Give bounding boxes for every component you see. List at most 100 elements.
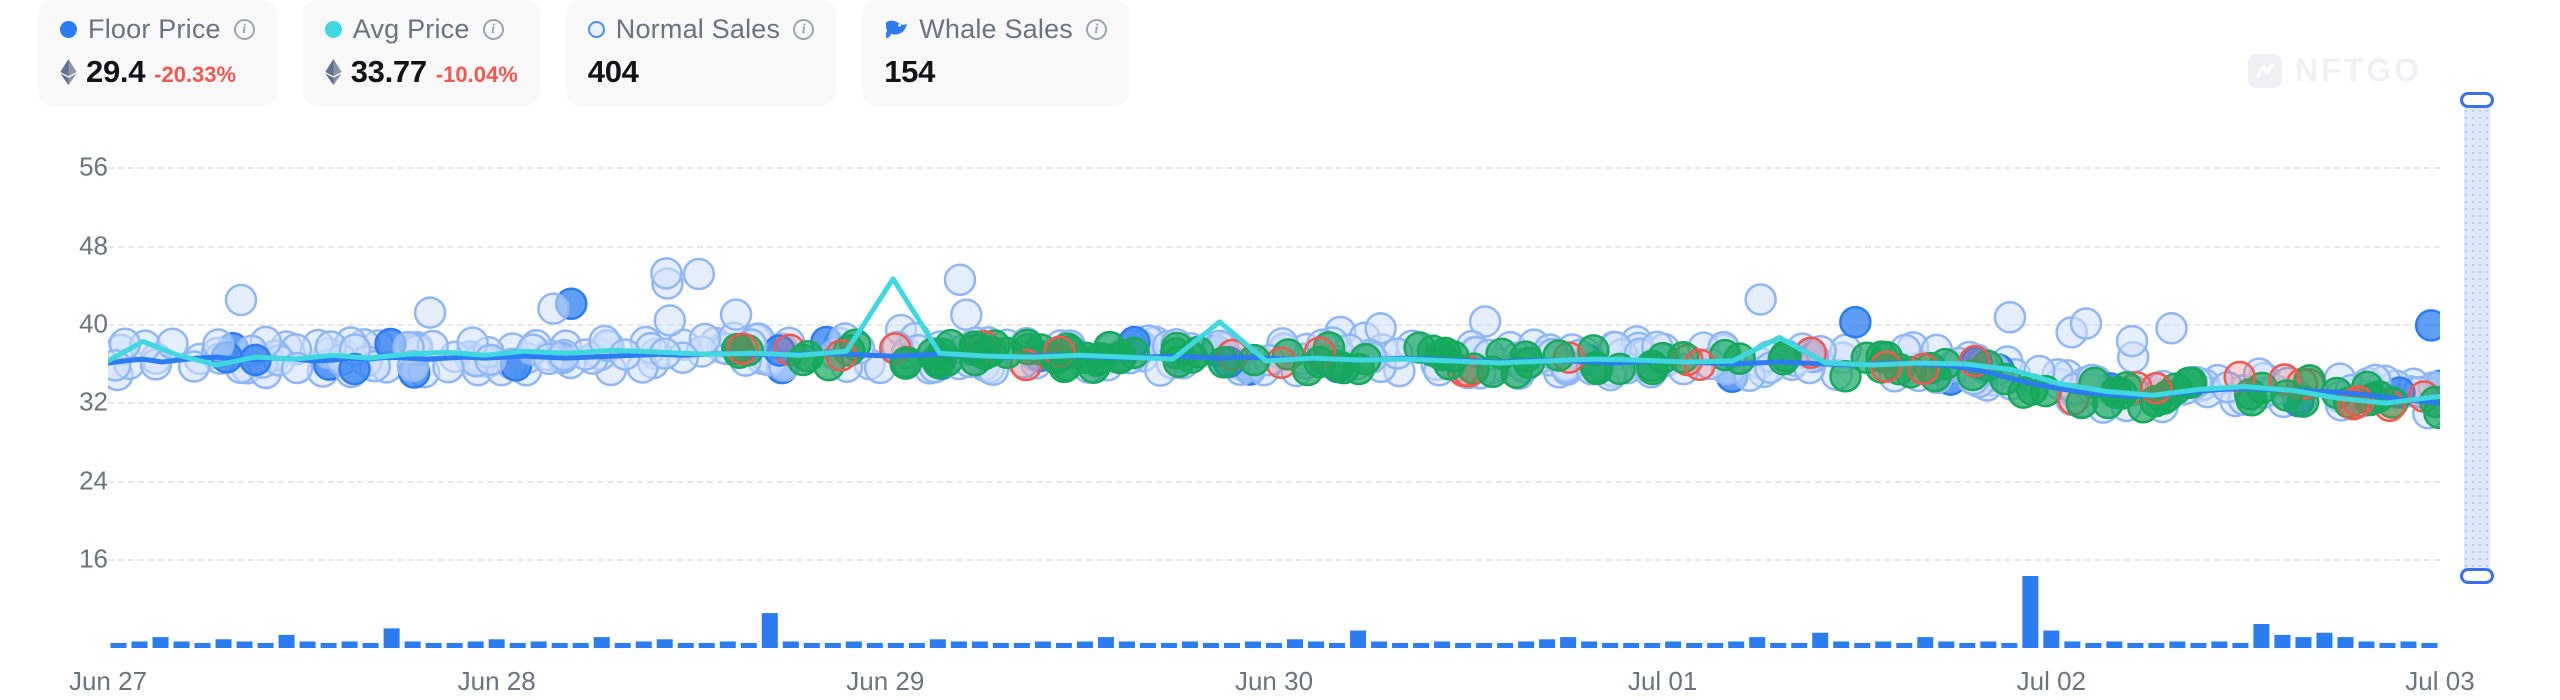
volume-bar (656, 639, 673, 648)
scatter-point[interactable] (1433, 348, 1466, 381)
scatter-points-group (108, 257, 2440, 430)
volume-bar (404, 641, 421, 648)
volume-bar (719, 641, 736, 648)
volume-bar (1202, 643, 1219, 648)
plot-series-area[interactable] (108, 128, 2440, 658)
y-axis-tick-56: 56 (79, 151, 108, 182)
volume-bar (1917, 637, 1934, 648)
scatter-point[interactable] (726, 332, 759, 365)
volume-bar (2085, 643, 2102, 648)
volume-bar (992, 643, 1009, 648)
volume-bar (1308, 641, 1325, 648)
scatter-point[interactable] (2115, 324, 2149, 358)
volume-bar (2001, 643, 2018, 648)
info-icon[interactable]: i (233, 18, 255, 40)
volume-bar (761, 613, 778, 648)
stat-card-header: Whale Sales i (884, 14, 1107, 44)
volume-bar (1476, 643, 1493, 648)
avg-price-dot-icon (324, 20, 342, 38)
vertical-range-slider[interactable] (2460, 88, 2494, 588)
volume-bar (1728, 641, 1745, 648)
volume-bar (1329, 643, 1346, 648)
volume-bar (1707, 643, 1724, 648)
volume-bar (2295, 637, 2312, 648)
scatter-point[interactable] (2414, 309, 2440, 342)
chart-canvas[interactable]: 56 48 40 32 24 16 Jun 27 Jun 28 Jun 29 Jun 30 Jul… (0, 128, 2560, 700)
volume-bar (2043, 630, 2060, 648)
scatter-point[interactable] (2069, 307, 2103, 340)
scatter-point[interactable] (653, 304, 687, 337)
scatter-point[interactable] (224, 283, 258, 317)
volume-bar (677, 643, 694, 648)
watermark-text: NFTGO (2295, 52, 2422, 88)
scatter-point[interactable] (974, 335, 1007, 368)
scatter-point[interactable] (1839, 305, 1872, 339)
volume-bar (110, 643, 127, 648)
scatter-point[interactable] (1907, 352, 1940, 386)
volume-bar (341, 641, 358, 648)
scatter-point[interactable] (943, 263, 977, 296)
normal-sales-circle-icon (587, 20, 605, 38)
scatter-point[interactable] (1542, 339, 1575, 372)
slider-track[interactable] (2464, 102, 2490, 574)
volume-bar (1980, 641, 1997, 648)
volume-bar (614, 643, 631, 648)
whale-icon (886, 20, 908, 39)
scatter-point[interactable] (537, 292, 570, 325)
slider-top-handle[interactable] (2460, 92, 2494, 108)
volume-bar (2211, 641, 2228, 648)
scatter-point[interactable] (2140, 371, 2173, 405)
volume-bar (1413, 643, 1430, 648)
volume-bar (1518, 641, 1535, 648)
scatter-point[interactable] (950, 298, 983, 332)
scatter-point[interactable] (1993, 301, 2027, 334)
volume-bar (740, 643, 757, 648)
volume-bar (1770, 643, 1787, 648)
stat-card-normal-sales[interactable]: Normal Sales i 404 (565, 0, 837, 106)
volume-bar (1244, 641, 1261, 648)
volume-bar (635, 641, 652, 648)
volume-bar (1749, 637, 1766, 648)
scatter-point[interactable] (2270, 379, 2303, 412)
volume-bar (530, 641, 547, 648)
volume-bar (2253, 624, 2270, 648)
scatter-point[interactable] (682, 257, 716, 291)
scatter-point[interactable] (1744, 283, 1777, 316)
volume-bar (1560, 637, 1577, 648)
scatter-point[interactable] (650, 257, 683, 290)
volume-bar (2400, 641, 2417, 648)
stat-label-floor-price: Floor Price (88, 13, 221, 44)
volume-bar (1665, 641, 1682, 648)
info-icon[interactable]: i (482, 18, 504, 40)
stat-card-whale-sales[interactable]: Whale Sales i 154 (862, 0, 1129, 106)
stat-card-floor-price[interactable]: Floor Price i 29.4 -20.33% (38, 0, 277, 106)
volume-bar (1223, 643, 1240, 648)
volume-bar (1076, 641, 1093, 648)
volume-bar (2358, 641, 2375, 648)
scatter-point[interactable] (413, 296, 447, 329)
scatter-point[interactable] (2155, 312, 2188, 345)
volume-bar (152, 637, 169, 648)
volume-bar (1392, 643, 1409, 648)
x-axis-tick-jun-28: Jun 28 (457, 666, 536, 696)
scatter-point[interactable] (1579, 350, 1613, 384)
volume-bar (425, 643, 442, 648)
slider-bottom-handle[interactable] (2460, 568, 2494, 584)
scatter-point[interactable] (719, 298, 753, 331)
volume-bar (1539, 639, 1556, 648)
volume-bar (488, 639, 505, 648)
volume-bar (467, 641, 484, 648)
stat-card-avg-price[interactable]: Avg Price i 33.77 -10.04% (302, 0, 540, 106)
volume-bar (1581, 641, 1598, 648)
info-icon[interactable]: i (793, 18, 815, 40)
volume-bar (1644, 643, 1661, 648)
stat-label-whale-sales: Whale Sales (919, 13, 1073, 44)
volume-bar (509, 643, 526, 648)
volume-bar (215, 639, 232, 648)
stat-card-header: Floor Price i (60, 14, 255, 44)
info-icon[interactable]: i (1086, 18, 1107, 40)
volume-bar (2379, 643, 2396, 648)
volume-bar (1371, 641, 1388, 648)
volume-bar (572, 643, 589, 648)
stat-value-row: 154 (884, 54, 1107, 90)
